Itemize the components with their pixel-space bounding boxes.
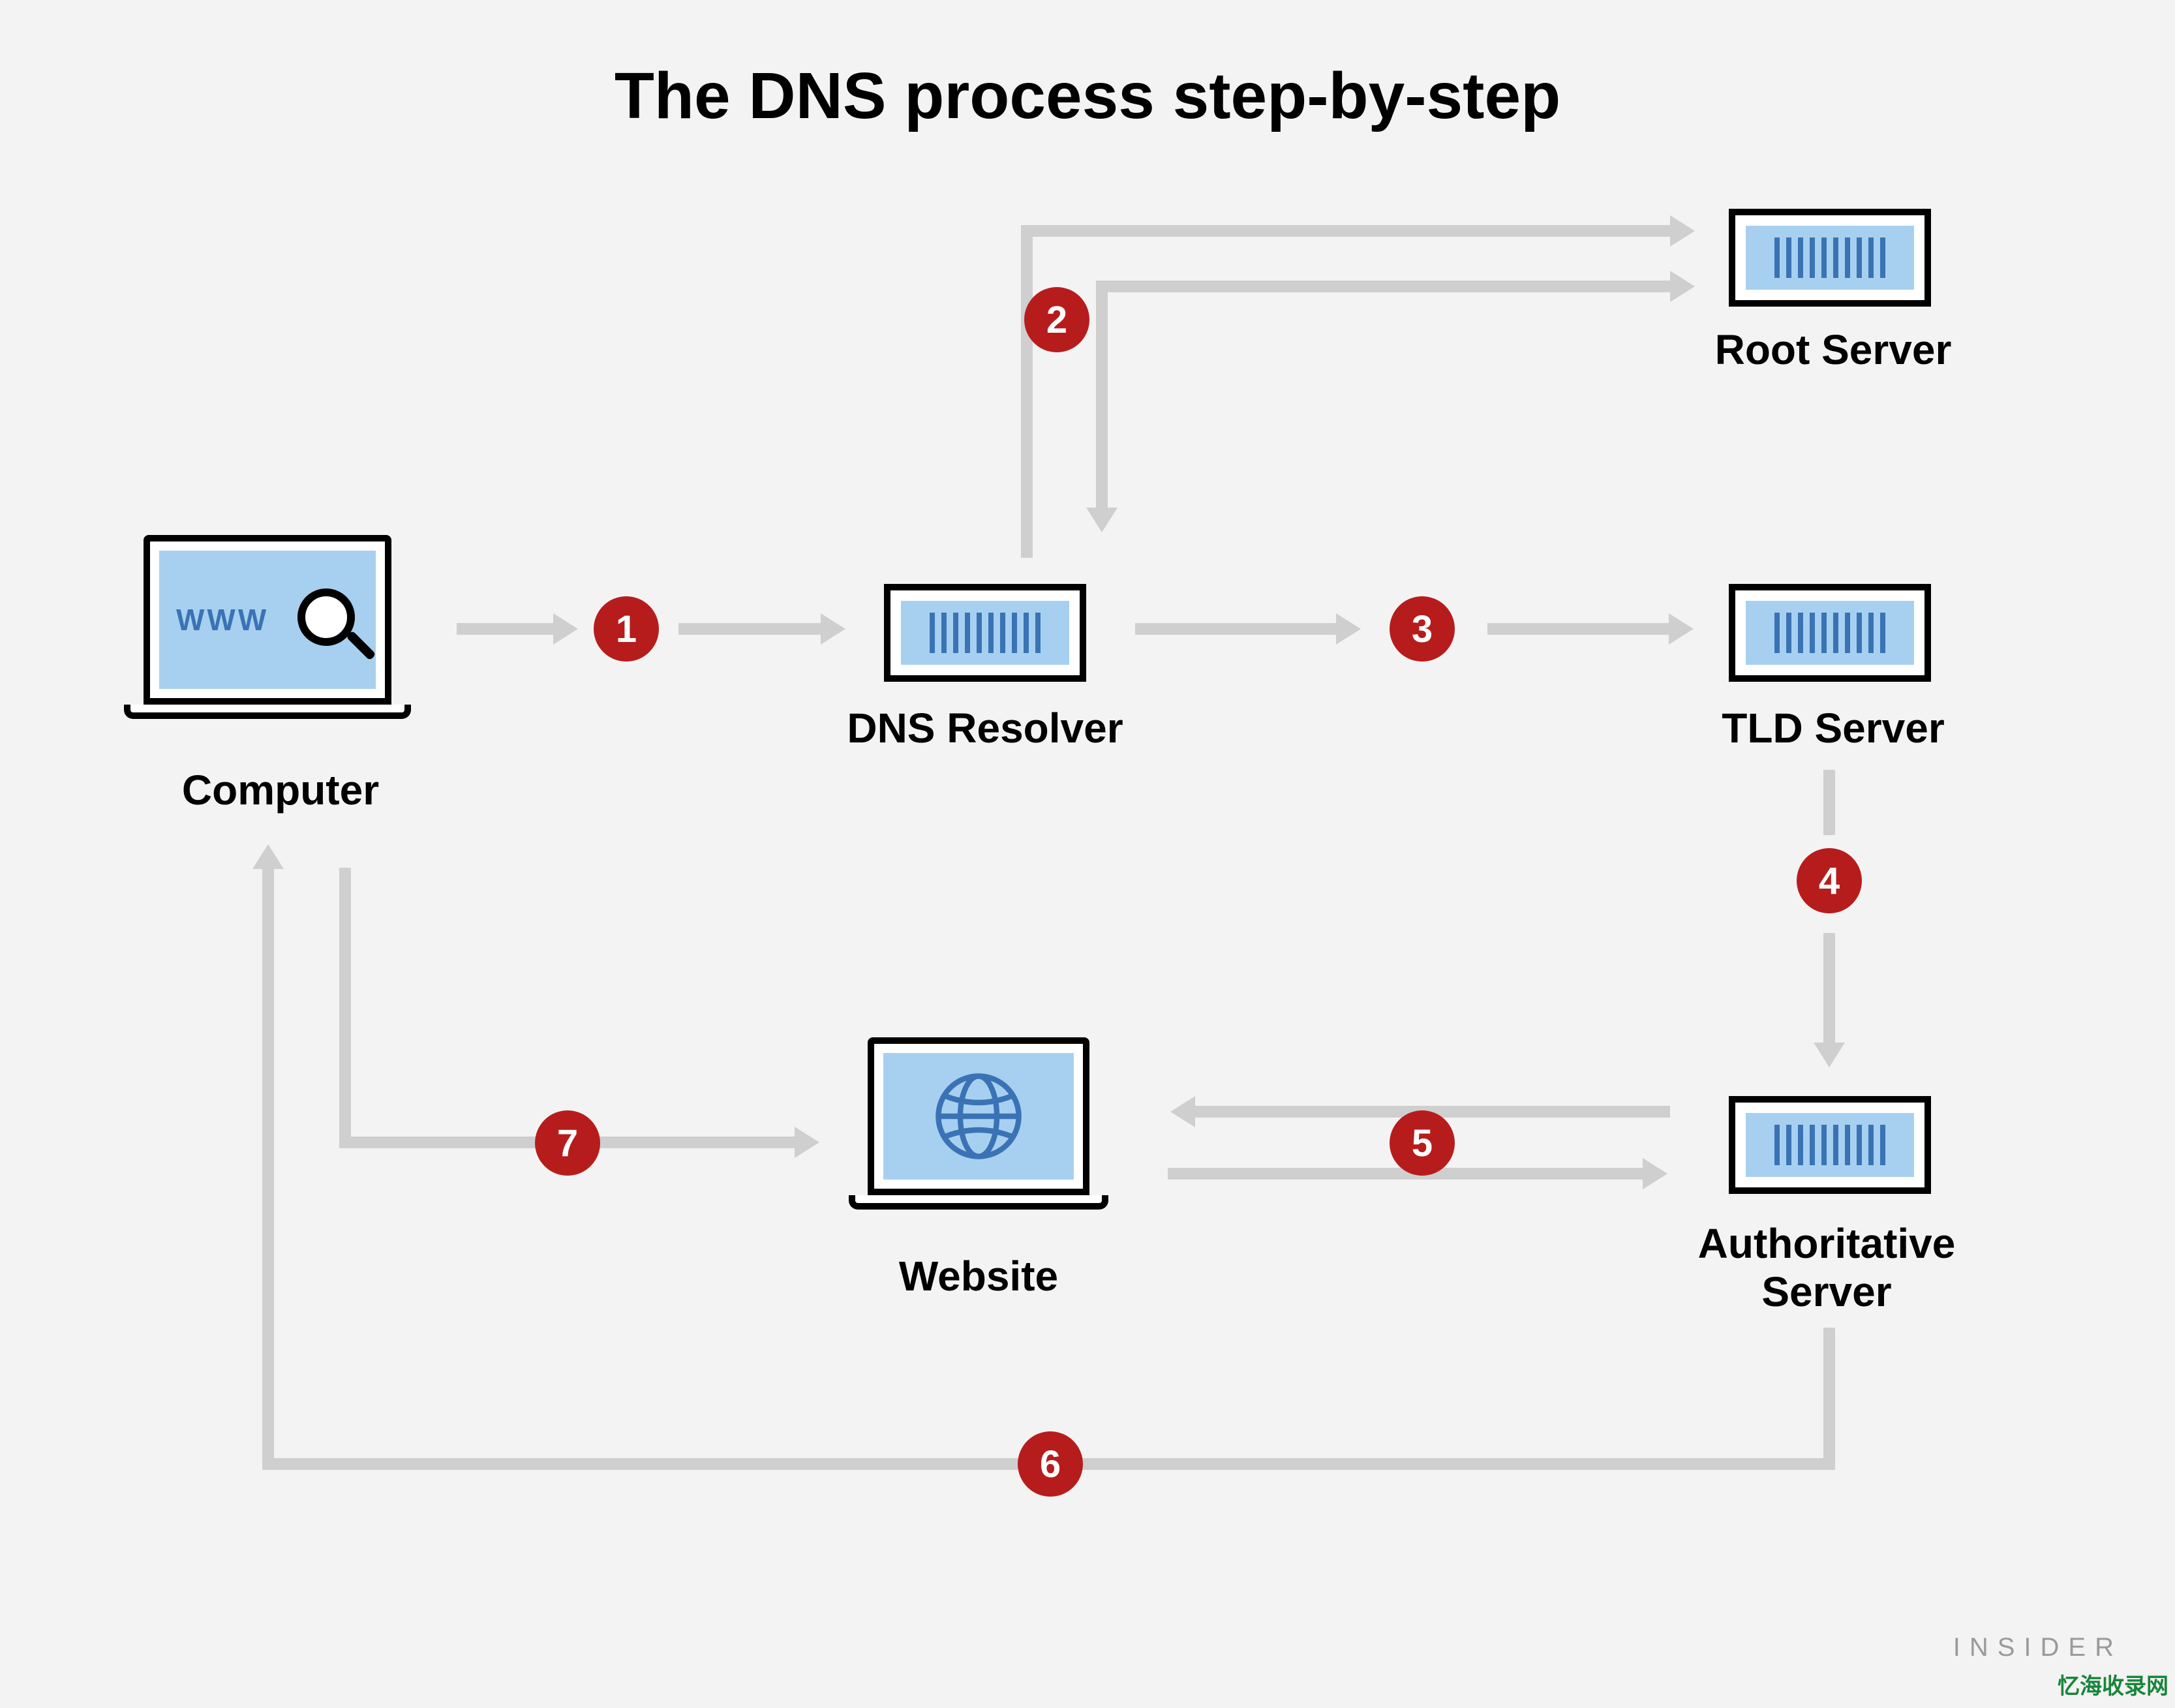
diagram-title: The DNS process step-by-step <box>0 59 2175 134</box>
arrow-2-head-ret-b <box>1086 508 1118 532</box>
server-bars-icon <box>1746 226 1914 290</box>
auth-server-icon <box>1729 1096 1931 1194</box>
step-2-badge: 2 <box>1024 287 1089 352</box>
website-icon <box>868 1037 1108 1210</box>
auth-server-label: Authoritative Server <box>1644 1220 2009 1316</box>
server-bars-icon <box>901 601 1069 665</box>
arrow-3b <box>1487 623 1670 635</box>
website-label: Website <box>848 1253 1109 1301</box>
step-6-badge: 6 <box>1018 1431 1083 1497</box>
arrow-6-down <box>1823 1328 1835 1458</box>
arrow-3a <box>1135 623 1337 635</box>
arrow-1b <box>678 623 822 635</box>
attribution-text: INSIDER <box>1953 1633 2123 1662</box>
arrow-1-head-b <box>821 613 845 645</box>
arrow-5-head-bot <box>1643 1158 1667 1189</box>
arrow-2-head-ret-a <box>1670 271 1695 302</box>
arrow-2-right <box>1021 225 1673 237</box>
step-1-badge: 1 <box>594 596 659 662</box>
computer-icon: WWW <box>144 535 411 719</box>
tld-server-label: TLD Server <box>1690 705 1977 753</box>
root-server-icon <box>1729 209 1931 307</box>
arrow-4a <box>1823 770 1835 835</box>
watermark-text: 忆海收录网 <box>2058 1668 2168 1700</box>
server-bars-icon <box>1746 1113 1914 1177</box>
arrow-1 <box>457 623 555 635</box>
tld-server-icon <box>1729 584 1931 682</box>
server-bars-icon <box>1746 601 1914 665</box>
arrow-2-ret-v <box>1096 281 1108 509</box>
step-7-badge: 7 <box>535 1110 600 1176</box>
arrow-4-head <box>1814 1043 1845 1067</box>
arrow-2-head-fwd <box>1670 215 1695 247</box>
arrow-7-down <box>339 868 351 1148</box>
arrow-7-head <box>795 1127 819 1158</box>
arrow-5-head-top <box>1170 1096 1195 1127</box>
arrow-3-head-a <box>1336 613 1361 645</box>
root-server-label: Root Server <box>1690 326 1977 374</box>
arrow-6-head <box>252 844 284 869</box>
step-3-badge: 3 <box>1390 596 1455 662</box>
dns-resolver-label: DNS Resolver <box>835 705 1135 753</box>
arrow-1-head-a <box>553 613 578 645</box>
step-4-badge: 4 <box>1797 848 1862 913</box>
globe-icon <box>933 1071 1024 1162</box>
computer-label: Computer <box>144 767 418 815</box>
arrow-4b <box>1823 933 1835 1044</box>
arrow-2-ret-h <box>1096 281 1673 292</box>
magnifier-icon <box>297 588 355 646</box>
arrow-3-head-b <box>1669 613 1694 645</box>
step-5-badge: 5 <box>1390 1110 1455 1176</box>
arrow-6-up <box>262 868 274 1470</box>
dns-resolver-icon <box>884 584 1086 682</box>
arrow-2-up <box>1021 225 1033 558</box>
www-text: WWW <box>176 602 269 637</box>
